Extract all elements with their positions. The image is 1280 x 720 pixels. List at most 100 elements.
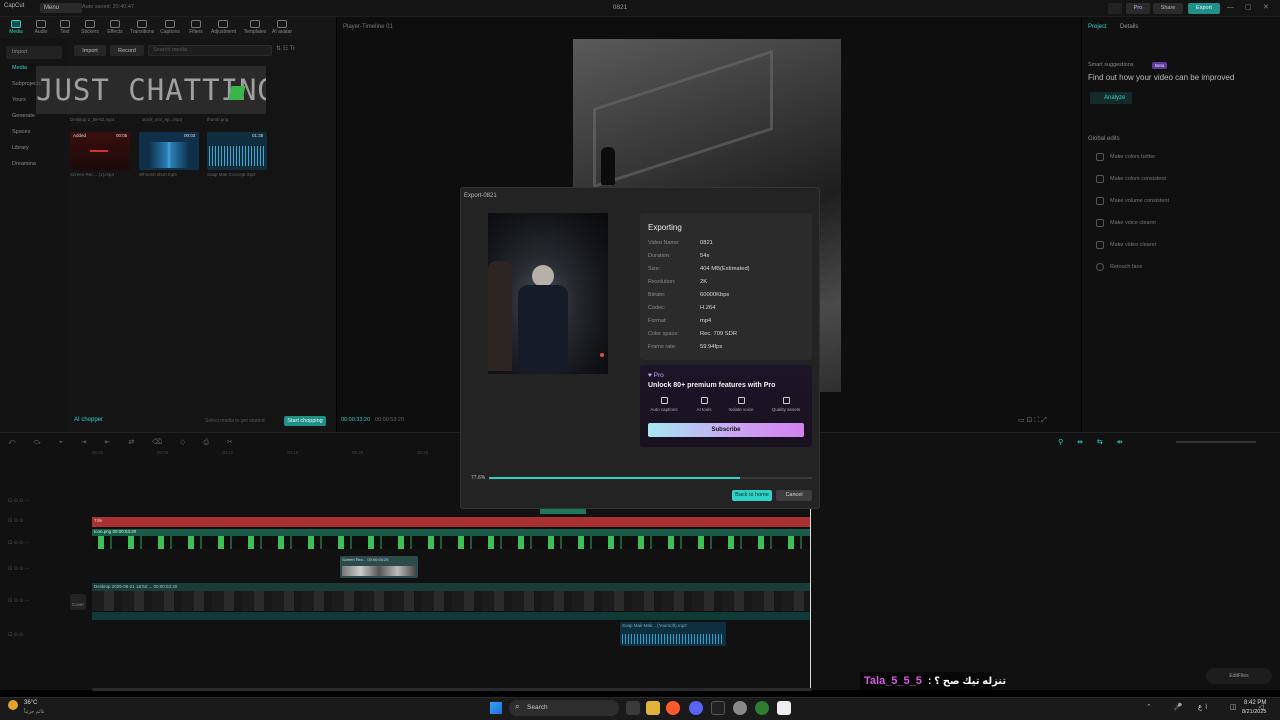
tool-audio[interactable]: Audio	[29, 19, 53, 39]
settings-icon[interactable]	[733, 701, 747, 715]
edit-make-colors-better[interactable]: Make colors better	[1110, 154, 1155, 160]
discord-icon[interactable]	[689, 701, 703, 715]
cover-button[interactable]: Cover	[70, 594, 86, 610]
filter-icon[interactable]: ⇅ ☷ Tr	[276, 45, 295, 52]
back-to-home-button[interactable]: Back to home	[732, 490, 772, 501]
tool-text[interactable]: Text	[53, 19, 77, 39]
track-controls[interactable]: ⊡ ⊙ ⊙ ⋯	[8, 598, 30, 604]
tool-filters[interactable]: Filters	[184, 19, 208, 39]
weather-icon[interactable]	[8, 700, 18, 710]
info-label: Format:	[648, 318, 667, 324]
pro-button[interactable]: Pro	[1126, 3, 1150, 14]
track-controls[interactable]: ⊡ ⊙ ⊙	[8, 632, 23, 638]
timeline-tools[interactable]: ⤺ ⤼ ⌖ ⇥ ⇤ ⇄ ⌫ ◇ ⎙ ✂	[8, 438, 241, 447]
global-edits-label: Global edits	[1088, 136, 1120, 142]
search-input[interactable]: Search media	[148, 45, 272, 56]
record-button[interactable]: Record	[110, 45, 144, 56]
audio-clip[interactable]: Soap Mak-Mak... (Yoursoft).mp3	[620, 622, 726, 646]
minimize-icon[interactable]: —	[1227, 4, 1234, 11]
subscribe-button[interactable]: Subscribe	[648, 423, 804, 437]
windows-start-icon[interactable]	[490, 702, 502, 714]
sidebar-item-dreamina[interactable]: Dreamina	[6, 158, 62, 171]
tool-ai-avatar[interactable]: AI avatar	[270, 19, 294, 39]
wand-icon	[1096, 153, 1104, 161]
obs-icon[interactable]	[755, 701, 769, 715]
tab-project[interactable]: Project	[1088, 24, 1107, 30]
video-clip-header[interactable]: Desktop 2025-08-21 18:52:... 00:00:03:20	[92, 583, 810, 591]
asset-toolbar: Media Audio Text Stickers Effects Transi…	[0, 17, 336, 39]
timeline-scrollbar[interactable]	[92, 688, 812, 691]
tool-adjustment[interactable]: Adjustment	[211, 19, 236, 39]
media-caption: Desktop 2_08-52.mp4	[70, 117, 115, 122]
sidebar-item-import[interactable]: Import	[6, 46, 62, 59]
track-controls[interactable]: ⊡ ⊙ ⊙	[8, 518, 23, 524]
edit-make-volume-consistent[interactable]: Make volume consistent	[1110, 198, 1169, 204]
app-icon[interactable]	[711, 701, 725, 715]
capcut-icon[interactable]	[777, 701, 791, 715]
feature-quality-assets: Quality assets	[768, 397, 804, 412]
close-icon[interactable]: ✕	[1263, 3, 1269, 11]
weather-temp[interactable]: 36°C	[24, 700, 37, 706]
green-clip-header[interactable]: Icon.png 00:00:53:20	[92, 529, 810, 536]
captions-icon	[660, 397, 668, 404]
export-preview	[488, 213, 608, 374]
tool-effects[interactable]: Effects	[103, 19, 127, 39]
timeline-clip[interactable]	[540, 509, 586, 514]
track-controls[interactable]: ⊡ ⊙ ⊙ ⋯	[8, 498, 30, 504]
edit-make-voice-clearer[interactable]: Make voice clearer	[1110, 220, 1156, 226]
suggestions-headline: Find out how your video can be improved	[1088, 73, 1235, 82]
layout-icon[interactable]	[1108, 3, 1122, 14]
hd-icon	[1096, 241, 1104, 249]
zoom-slider[interactable]	[1176, 441, 1256, 443]
templates-icon	[250, 20, 260, 28]
track-controls[interactable]: ⊡ ⊙ ⊙ ⋯	[8, 540, 30, 546]
clock-time[interactable]: 8:42 PM	[1244, 700, 1266, 706]
start-chopping-button[interactable]: Start chopping	[284, 416, 326, 426]
red-clip[interactable]: Title	[92, 517, 810, 527]
language-indicator[interactable]: ع	[1198, 703, 1202, 711]
smart-suggestions-label: Smart suggestions	[1088, 62, 1134, 68]
menu-button[interactable]: Menu	[40, 3, 82, 13]
file-explorer-icon[interactable]	[646, 701, 660, 715]
cancel-button[interactable]: Cancel	[776, 490, 812, 501]
analyze-button[interactable]: Analyze	[1090, 92, 1132, 104]
tool-transitions[interactable]: Transitions	[130, 19, 154, 39]
maximize-icon[interactable]: ▢	[1245, 3, 1252, 11]
info-value: 404 MB(Estimated)	[700, 266, 750, 272]
info-value: H.264	[700, 305, 716, 311]
app-logo: CapCut	[4, 3, 25, 9]
audio-thumbnail[interactable]: 00:03	[139, 132, 199, 170]
tool-captions[interactable]: Captions	[158, 19, 182, 39]
audio-track-main[interactable]	[92, 612, 810, 620]
tool-media[interactable]: Media	[4, 19, 28, 39]
edit-make-video-clearer[interactable]: Make video clearer	[1110, 242, 1156, 248]
brave-icon[interactable]	[666, 701, 680, 715]
video-clip[interactable]	[92, 591, 810, 611]
edit-files-pill[interactable]: EditFiles	[1206, 668, 1272, 684]
import-button[interactable]: Import	[74, 45, 106, 56]
fullscreen-icon[interactable]: ▭ ⊡ ⛶ ⤢	[1018, 416, 1047, 425]
feature-auto-captions: Auto captions	[646, 397, 682, 412]
sidebar-item-spaces[interactable]: Spaces	[6, 126, 62, 139]
share-button[interactable]: Share	[1153, 3, 1183, 14]
taskbar-search[interactable]: ⌕ Search	[509, 700, 619, 716]
timeline-right-tools[interactable]: ⚲ ⇹ ⇆ ⇹	[1058, 438, 1129, 446]
exporting-heading: Exporting	[648, 223, 682, 232]
sidebar-item-library[interactable]: Library	[6, 142, 62, 155]
info-label: Frame rate:	[648, 344, 677, 350]
export-button[interactable]: Export	[1188, 3, 1220, 14]
track-controls[interactable]: ⊡ ⊙ ⊙ ⋯	[8, 566, 30, 572]
edit-retouch-face[interactable]: Retouch face	[1110, 264, 1142, 270]
tab-details[interactable]: Details	[1120, 24, 1138, 30]
feature-ai-tools: AI tools	[686, 397, 722, 412]
tool-templates[interactable]: Templates	[243, 19, 267, 39]
task-view-icon[interactable]	[626, 701, 640, 715]
sticker-clip[interactable]: Screen Rec... 00:00:04:20	[340, 556, 418, 578]
tool-stickers[interactable]: Stickers	[78, 19, 102, 39]
icon-strip-clip[interactable]	[92, 536, 810, 549]
media-thumbnail[interactable]: Added 00:05	[70, 132, 130, 170]
edit-make-colors-consistent[interactable]: Make colors consistent	[1110, 176, 1166, 182]
media-caption: Screen Rec... (1).mp4	[70, 172, 115, 177]
ai-tools-icon	[700, 397, 708, 404]
audio-thumbnail[interactable]: 01:35	[207, 132, 267, 170]
